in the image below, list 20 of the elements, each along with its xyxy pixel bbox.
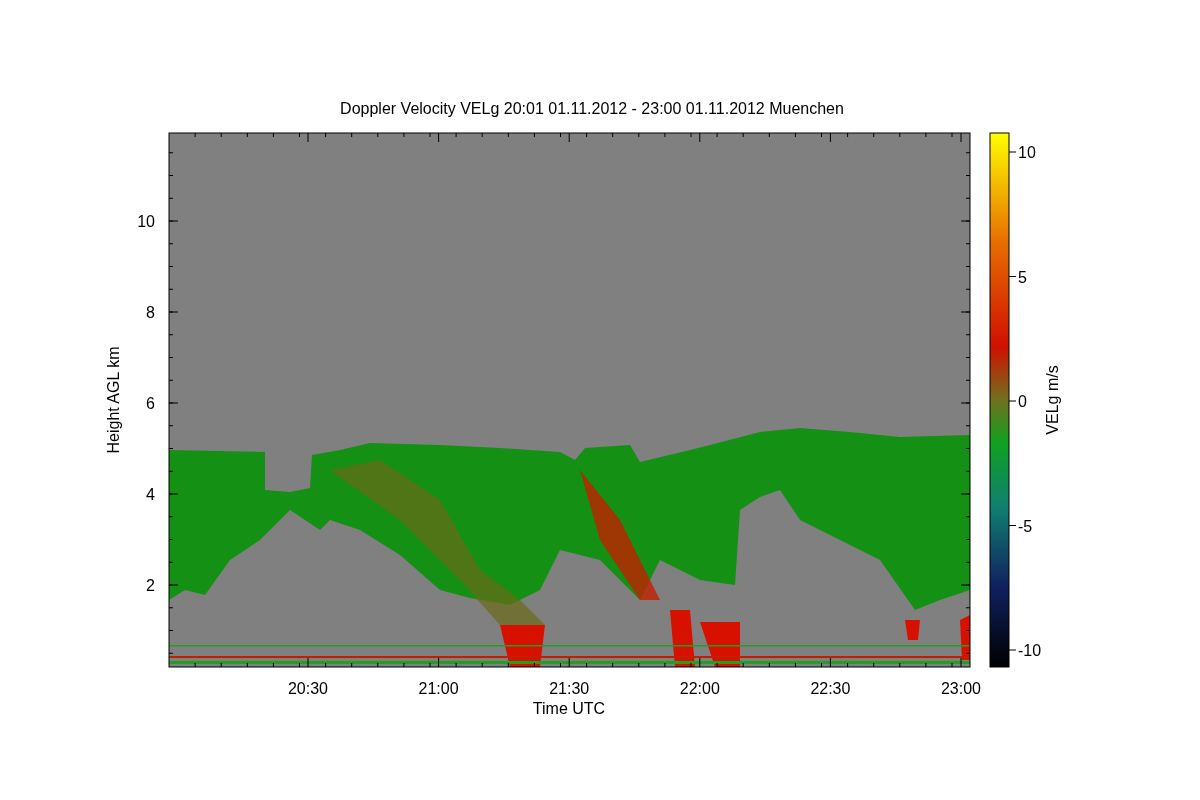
y-tick-label: 4 bbox=[146, 486, 155, 503]
y-tick-label: 6 bbox=[146, 395, 155, 412]
colorbar-tick-label: 5 bbox=[1018, 268, 1027, 286]
y-axis-label: Height AGL km bbox=[105, 346, 122, 454]
colorbar-tick-label: -5 bbox=[1018, 517, 1033, 535]
y-tick-label: 2 bbox=[146, 577, 155, 594]
y-tick-label: 8 bbox=[146, 304, 155, 321]
x-tick-label: 22:30 bbox=[810, 680, 851, 697]
x-tick-label: 21:30 bbox=[549, 680, 590, 697]
colorbar-tick-label: 10 bbox=[1018, 144, 1036, 161]
colorbar-label: VELg m/s bbox=[1044, 365, 1061, 435]
y-tick-label: 10 bbox=[137, 213, 155, 230]
x-tick-label: 22:00 bbox=[679, 680, 720, 697]
colorbar-tick-label: 0 bbox=[1018, 393, 1027, 410]
colorbar-tick-label: -10 bbox=[1018, 642, 1042, 659]
chart-title: Doppler Velocity VELg 20:01 01.11.2012 - 23:00 01.11.2012 Muenchen bbox=[340, 100, 844, 117]
x-tick-label: 23:00 bbox=[941, 680, 981, 697]
x-axis-label: Time UTC bbox=[532, 700, 606, 717]
x-tick-label: 21:00 bbox=[418, 680, 459, 697]
x-tick-label: 20:30 bbox=[288, 680, 328, 697]
